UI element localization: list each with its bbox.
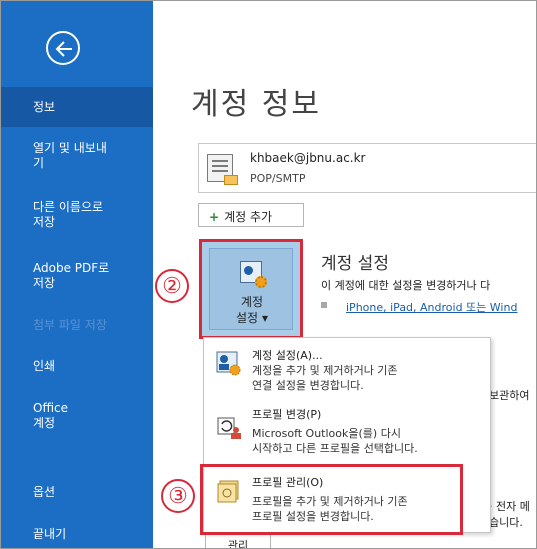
account-settings-button[interactable]: 계정 설정 ▾ — [199, 239, 303, 339]
bullet-icon — [321, 302, 327, 308]
plus-icon: + — [209, 210, 220, 224]
outlook-backstage: 정보 열기 및 내보내 기 다른 이름으로 저장 Adobe PDF로 저장 첨… — [0, 0, 537, 549]
account-type: POP/SMTP — [250, 172, 306, 185]
menu-item-desc: 계정을 추가 및 제거하거나 기존 — [252, 364, 398, 377]
backstage-sidebar: 정보 열기 및 내보내 기 다른 이름으로 저장 Adobe PDF로 저장 첨… — [1, 1, 153, 548]
section-title: 계정 설정 — [321, 254, 389, 274]
nav-save-as[interactable]: 다른 이름으로 저장 — [1, 200, 153, 230]
nav-save-attachments: 첨부 파일 저장 — [33, 318, 107, 332]
page-title: 계정 정보 — [191, 87, 321, 122]
partial-text-1: 보관하여 — [489, 389, 530, 402]
account-settings-icon — [216, 350, 242, 376]
add-account-label: 계정 추가 — [224, 210, 273, 224]
account-email: khbaek@jbnu.ac.kr — [250, 151, 366, 165]
menu-item-title: 계정 설정(A)... — [252, 349, 323, 362]
menu-item-change-profile[interactable]: 프로필 변경(P) Microsoft Outlook을(를) 다시 시작하고 … — [204, 404, 490, 464]
chevron-down-icon: ▾ — [261, 311, 268, 325]
partial-text-3: 습니다. — [489, 516, 523, 529]
menu-item-desc: Microsoft Outlook을(를) 다시 — [252, 427, 401, 440]
section-description: 이 계정에 대한 설정을 변경하거나 다 — [321, 279, 491, 292]
nav-info[interactable]: 정보 — [1, 87, 153, 127]
account-selector[interactable]: khbaek@jbnu.ac.kr POP/SMTP — [198, 143, 536, 193]
menu-item-account-settings[interactable]: 계정 설정(A)... 계정을 추가 및 제거하거나 기존 연결 설정을 변경합… — [204, 344, 490, 398]
menu-item-title: 프로필 변경(P) — [252, 408, 322, 421]
nav-save-adobe-pdf[interactable]: Adobe PDF로 저장 — [1, 261, 153, 291]
add-account-button[interactable]: + 계정 추가 — [198, 203, 304, 227]
manage-profiles-highlight — [200, 464, 463, 535]
menu-item-desc: 연결 설정을 변경합니다. — [252, 379, 364, 392]
nav-print[interactable]: 인쇄 — [1, 359, 153, 374]
mobile-setup-link[interactable]: iPhone, iPad, Android 또는 Wind — [346, 299, 517, 315]
change-profile-icon — [216, 414, 242, 440]
menu-item-desc: 시작하고 다른 프로필을 선택합니다. — [252, 442, 418, 455]
account-settings-icon — [240, 261, 267, 288]
account-icon — [207, 154, 238, 185]
back-arrow-icon[interactable] — [46, 31, 80, 65]
nav-options[interactable]: 옵션 — [1, 485, 153, 500]
step-3-marker: ③ — [161, 479, 195, 513]
nav-open-export[interactable]: 열기 및 내보내 기 — [1, 141, 153, 171]
account-settings-label: 계정 설정 ▾ — [236, 295, 268, 325]
nav-office-account[interactable]: Office 계정 — [1, 401, 153, 431]
step-2-marker: ② — [155, 269, 189, 303]
nav-exit[interactable]: 끝내기 — [1, 527, 153, 542]
partial-text-2: · 전자 메 — [489, 500, 530, 513]
